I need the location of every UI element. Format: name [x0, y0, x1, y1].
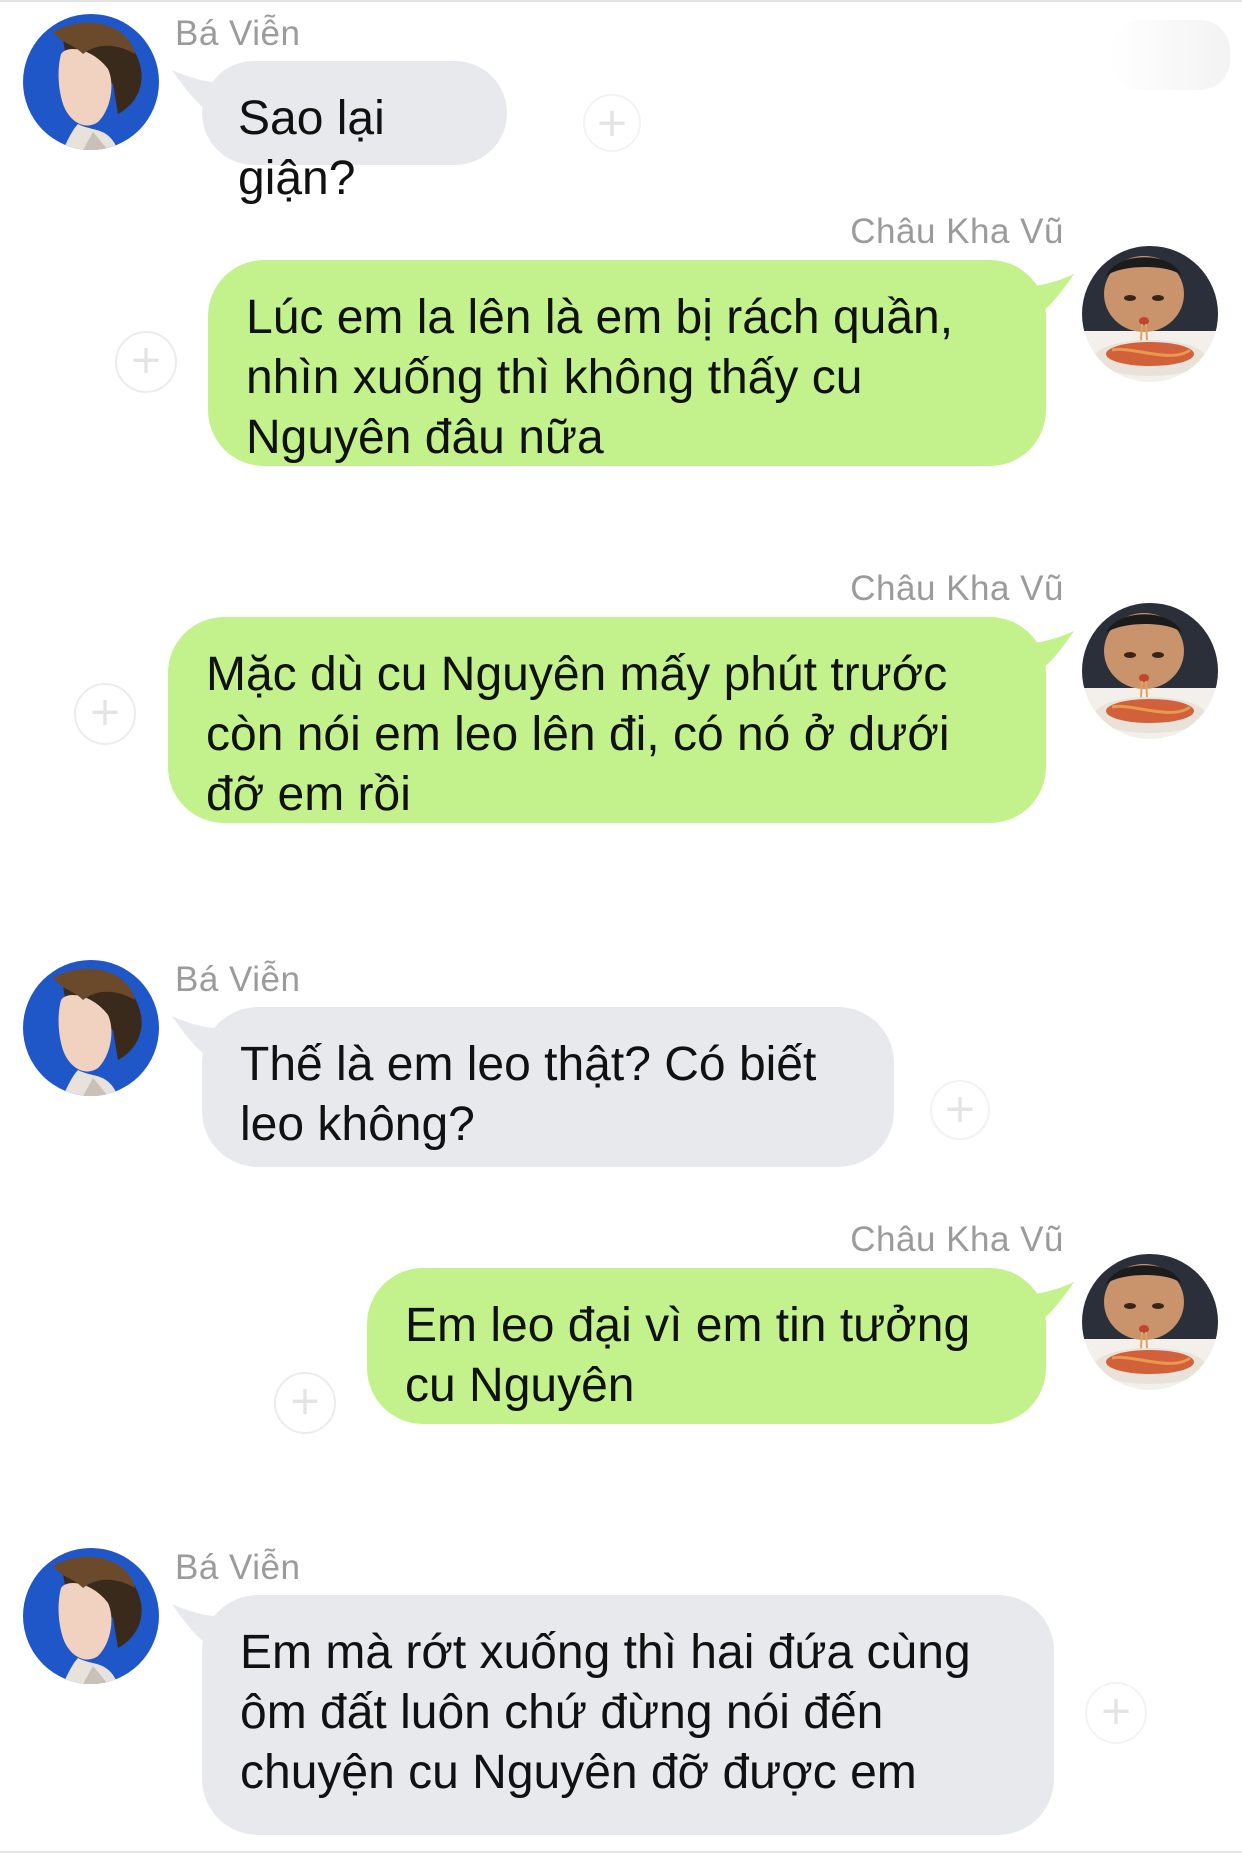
message-bubble[interactable]: Mặc dù cu Nguyên mấy phút trước còn nói … — [168, 617, 1046, 823]
avatar-ba-vien[interactable] — [23, 1548, 159, 1684]
message-bubble[interactable]: Sao lại giận? — [202, 61, 507, 205]
plus-circle-icon[interactable]: + — [930, 1080, 990, 1140]
avatar-ba-vien[interactable] — [23, 14, 159, 150]
chat-view: Bá Viễn Sao lại giận? + Châu Kha Vũ Lúc … — [0, 0, 1242, 1853]
message-bubble[interactable]: Em mà rớt xuống thì hai đứa cùng ôm đất … — [202, 1595, 1054, 1835]
top-divider — [0, 0, 1242, 2]
message-row: Châu Kha Vũ Em leo đại vì em tin tưởng c… — [0, 1220, 1242, 1514]
sender-name: Châu Kha Vũ — [850, 212, 1064, 251]
avatar-ba-vien[interactable] — [23, 960, 159, 1096]
plus-circle-icon[interactable]: + — [583, 94, 641, 152]
message-bubble[interactable]: Lúc em la lên là em bị rách quần, nhìn x… — [208, 260, 1046, 466]
sender-name: Châu Kha Vũ — [850, 1220, 1064, 1259]
plus-circle-icon[interactable]: + — [274, 1372, 336, 1434]
sender-name: Châu Kha Vũ — [850, 569, 1064, 608]
plus-circle-icon[interactable]: + — [115, 331, 177, 393]
avatar-chau-kha-vu-image — [1082, 246, 1218, 382]
avatar-chau-kha-vu-image — [1082, 1254, 1218, 1390]
avatar-chau-kha-vu[interactable] — [1082, 246, 1218, 382]
sender-name: Bá Viễn — [175, 960, 301, 999]
avatar-chau-kha-vu[interactable] — [1082, 1254, 1218, 1390]
avatar-chau-kha-vu-image — [1082, 603, 1218, 739]
avatar-ba-vien-image — [23, 960, 159, 1096]
plus-circle-icon[interactable]: + — [1085, 1682, 1147, 1744]
avatar-ba-vien-image — [23, 14, 159, 150]
message-row: Bá Viễn Sao lại giận? + — [0, 14, 1242, 205]
message-row: Bá Viễn Em mà rớt xuống thì hai đứa cùng… — [0, 1548, 1242, 1853]
plus-circle-icon[interactable]: + — [74, 683, 136, 745]
message-row: Bá Viễn Thế là em leo thật? Có biết leo … — [0, 960, 1242, 1210]
avatar-chau-kha-vu[interactable] — [1082, 603, 1218, 739]
sender-name: Bá Viễn — [175, 14, 301, 53]
message-row: Châu Kha Vũ Lúc em la lên là em bị rách … — [0, 212, 1242, 566]
message-bubble[interactable]: Thế là em leo thật? Có biết leo không? — [202, 1007, 894, 1167]
avatar-ba-vien-image — [23, 1548, 159, 1684]
message-row: Châu Kha Vũ Mặc dù cu Nguyên mấy phút tr… — [0, 569, 1242, 923]
sender-name: Bá Viễn — [175, 1548, 301, 1587]
message-bubble[interactable]: Em leo đại vì em tin tưởng cu Nguyên — [367, 1268, 1046, 1424]
